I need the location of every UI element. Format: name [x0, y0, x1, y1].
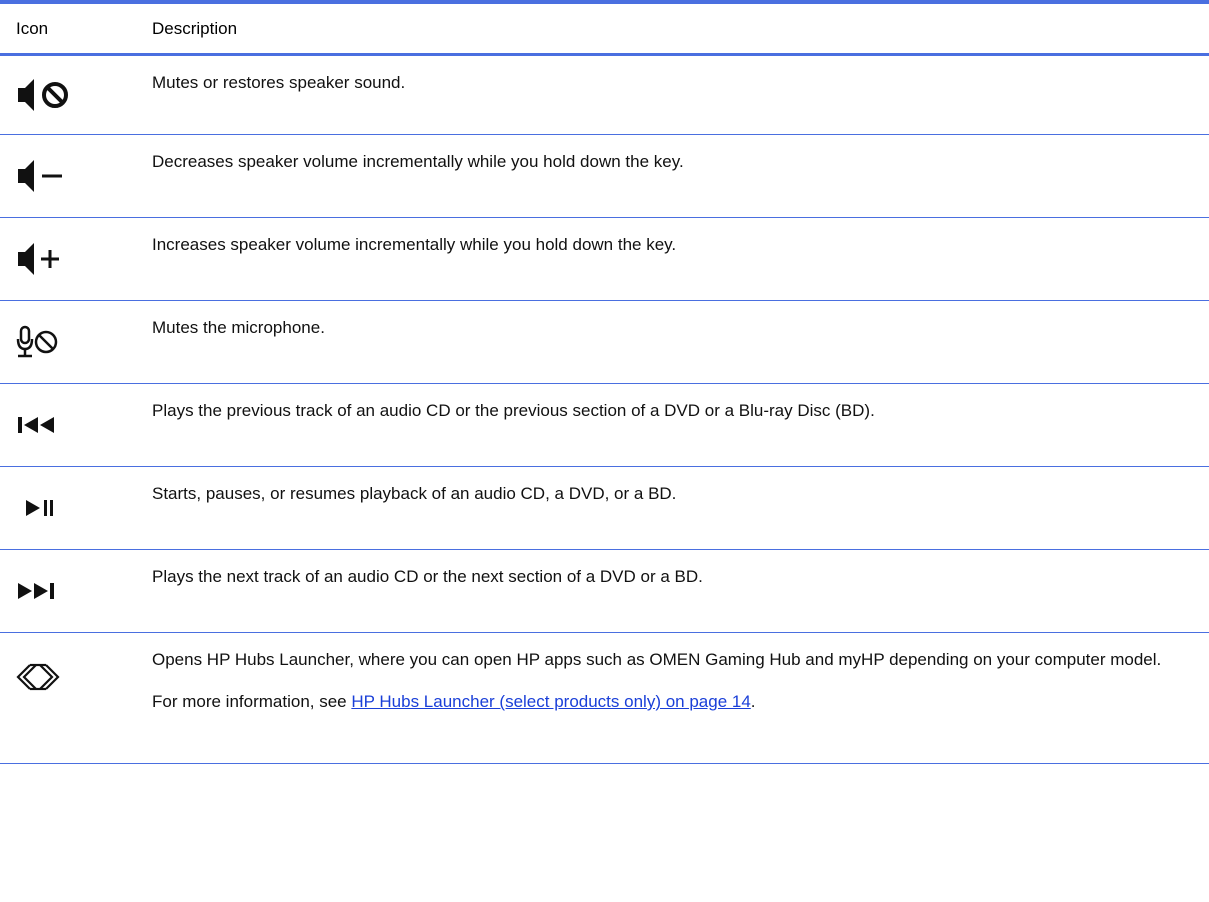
icon-cell — [0, 633, 152, 763]
microphone-mute-icon — [16, 322, 76, 362]
more-info-suffix: . — [750, 692, 756, 711]
description-cell: Increases speaker volume incrementally w… — [152, 218, 1209, 300]
description-text: Mutes the microphone. — [152, 318, 325, 337]
function-key-table: Icon Description Mutes or restores speak… — [0, 0, 1209, 764]
hp-hubs-launcher-icon — [16, 659, 76, 699]
table-row: Plays the previous track of an audio CD … — [0, 384, 1209, 467]
description-text: Plays the previous track of an audio CD … — [152, 401, 875, 420]
icon-cell — [0, 301, 152, 383]
table-row: Plays the next track of an audio CD or t… — [0, 550, 1209, 633]
volume-up-icon — [16, 239, 76, 279]
icon-cell — [0, 467, 152, 549]
icon-column-header: Icon — [16, 18, 49, 38]
table-header-row: Icon Description — [0, 4, 1209, 56]
description-text: Starts, pauses, or resumes playback of a… — [152, 484, 677, 503]
volume-down-icon — [16, 156, 76, 196]
icon-cell — [0, 135, 152, 217]
next-track-icon — [16, 571, 76, 611]
speaker-mute-icon — [16, 75, 76, 115]
table-row: Mutes the microphone. — [0, 301, 1209, 384]
play-pause-icon — [16, 488, 76, 528]
icon-cell — [0, 384, 152, 466]
description-cell: Starts, pauses, or resumes playback of a… — [152, 467, 1209, 549]
description-column-header: Description — [152, 18, 238, 38]
previous-track-icon — [16, 405, 76, 445]
description-text: Increases speaker volume incrementally w… — [152, 235, 677, 254]
hp-hubs-launcher-link[interactable]: HP Hubs Launcher (select products only) … — [351, 692, 750, 711]
table-row: Mutes or restores speaker sound. — [0, 56, 1209, 135]
icon-cell — [0, 218, 152, 300]
table-row: Starts, pauses, or resumes playback of a… — [0, 467, 1209, 550]
description-cell: Mutes the microphone. — [152, 301, 1209, 383]
table-row: Decreases speaker volume incrementally w… — [0, 135, 1209, 218]
description-cell: Opens HP Hubs Launcher, where you can op… — [152, 633, 1209, 763]
more-info-text: For more information, see HP Hubs Launch… — [152, 691, 1193, 713]
icon-cell — [0, 56, 152, 134]
description-cell: Plays the next track of an audio CD or t… — [152, 550, 1209, 632]
description-text: Opens HP Hubs Launcher, where you can op… — [152, 650, 1162, 669]
description-cell: Mutes or restores speaker sound. — [152, 56, 1209, 134]
description-cell: Decreases speaker volume incrementally w… — [152, 135, 1209, 217]
more-info-prefix: For more information, see — [152, 692, 352, 711]
table-row: Increases speaker volume incrementally w… — [0, 218, 1209, 301]
description-text: Plays the next track of an audio CD or t… — [152, 567, 703, 586]
description-text: Mutes or restores speaker sound. — [152, 73, 406, 92]
table-row: Opens HP Hubs Launcher, where you can op… — [0, 633, 1209, 764]
icon-cell — [0, 550, 152, 632]
description-cell: Plays the previous track of an audio CD … — [152, 384, 1209, 466]
description-text: Decreases speaker volume incrementally w… — [152, 152, 684, 171]
